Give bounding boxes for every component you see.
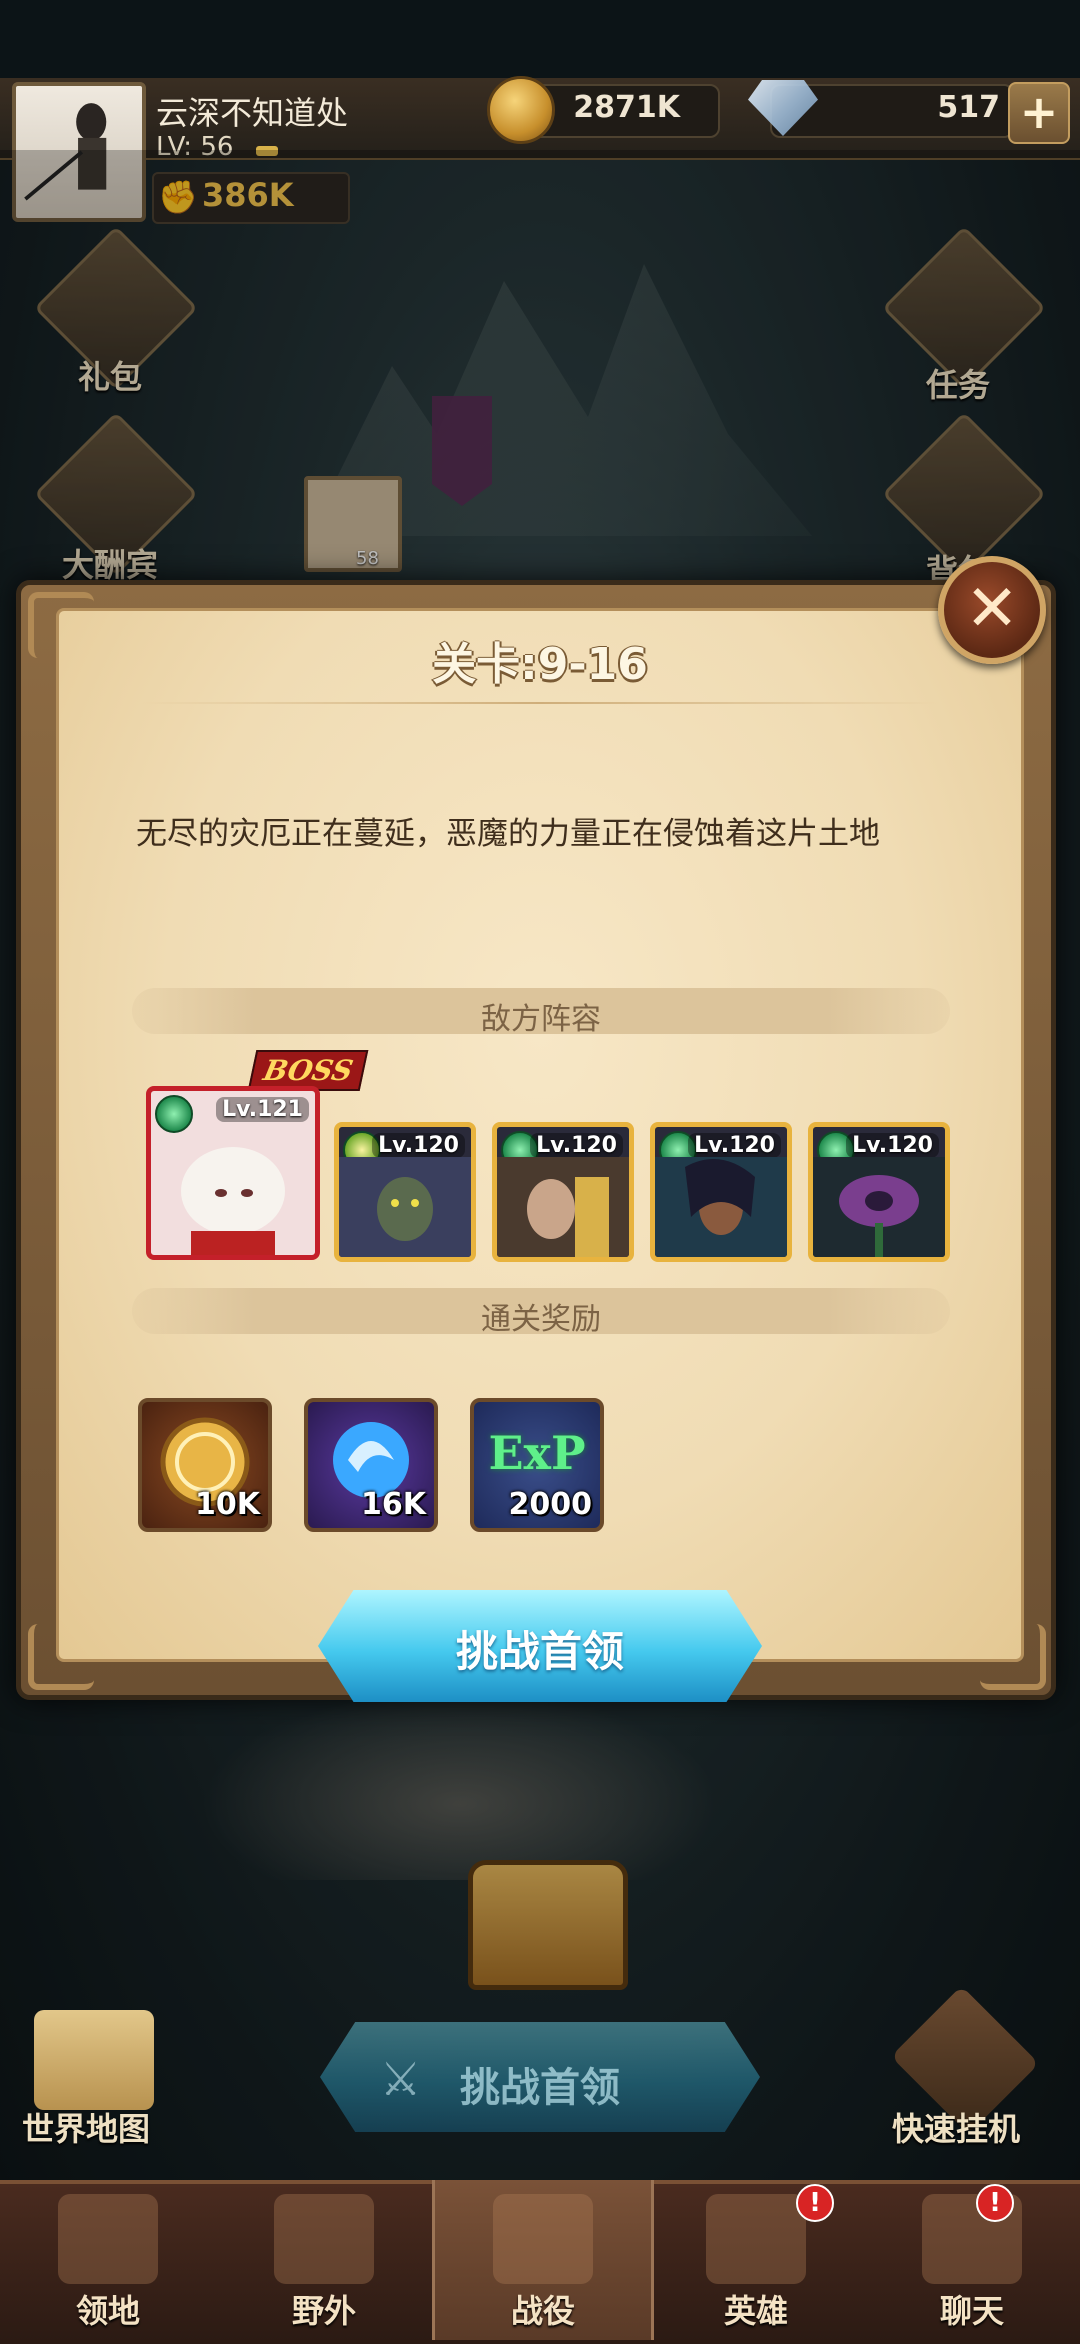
stage-description: 无尽的灾厄正在蔓延，恶魔的力量正在侵蚀着这片土地 [136,816,880,852]
nav-territory[interactable]: 领地 [0,2180,216,2340]
gold-coin-icon [487,76,555,144]
lamb-hero-portrait-icon [181,1147,285,1255]
scroll-map-icon [274,2194,374,2284]
title-divider [140,702,940,704]
world-map-icon[interactable] [34,2010,154,2110]
gem-value: 517 [937,90,1000,125]
nav-chat[interactable]: 聊天 [864,2180,1080,2340]
crossed-swords-emblem-icon [493,2194,593,2284]
battle-challenge-label[interactable]: 挑战首领 [320,2055,760,2113]
sorceress-portrait-icon [655,1157,787,1257]
gold-value: 2871K [573,90,680,125]
add-gems-button[interactable]: + [1008,82,1070,144]
enemy-hero-boss[interactable]: Lv.121 [146,1086,320,1260]
stage-title: 关卡:9-16 [432,639,648,690]
quick-idle-label[interactable]: 快速挂机 [892,2104,1020,2150]
reward-amount: 2000 [508,1487,593,1522]
reward-amount: 10K [195,1487,260,1522]
notification-badge: ! [976,2184,1014,2222]
enemy-section-label: 敌方阵容 [481,1002,601,1037]
enemy-hero[interactable]: Lv.120 [492,1122,634,1262]
player-name: 云深不知道处 [156,94,349,132]
close-icon: ✕ [965,572,1019,646]
enemy-hero[interactable]: Lv.120 [334,1122,476,1262]
reward-gold[interactable]: 10K [138,1398,272,1532]
challenge-boss-label[interactable]: 挑战首领 [318,1618,762,1679]
exp-icon: ExP [488,1426,586,1480]
helmet-icon [706,2194,806,2284]
reward-section-label: 通关奖励 [481,1302,601,1337]
enemy-hero[interactable]: Lv.120 [808,1122,950,1262]
enemy-level: Lv.121 [216,1097,309,1122]
nav-label: 英雄 [723,2292,788,2330]
dark-flower-portrait-icon [813,1157,945,1257]
nav-campaign[interactable]: 战役 [432,2180,654,2340]
reward-hero-exp[interactable]: 16K [304,1398,438,1532]
enemy-hero[interactable]: Lv.120 [650,1122,792,1262]
enemy-level: Lv.120 [530,1133,623,1158]
reward-exp[interactable]: ExP 2000 [470,1398,604,1532]
undead-knight-portrait-icon [339,1157,471,1257]
enemy-level: Lv.120 [846,1133,939,1158]
enemy-level: Lv.120 [688,1133,781,1158]
notification-badge: ! [796,2184,834,2222]
enemy-level: Lv.120 [372,1133,465,1158]
nav-label: 领地 [75,2292,140,2330]
armored-warrior-portrait-icon [497,1157,629,1257]
reward-amount: 16K [361,1487,426,1522]
boss-tag: BOSS [247,1050,369,1091]
world-map-label[interactable]: 世界地图 [22,2104,150,2150]
nav-label: 野外 [291,2292,356,2330]
nav-label: 战役 [510,2292,575,2330]
nav-wild[interactable]: 野外 [216,2180,432,2340]
nav-label: 聊天 [939,2292,1004,2330]
castle-icon [58,2194,158,2284]
close-dialog-button[interactable]: ✕ [938,556,1046,664]
